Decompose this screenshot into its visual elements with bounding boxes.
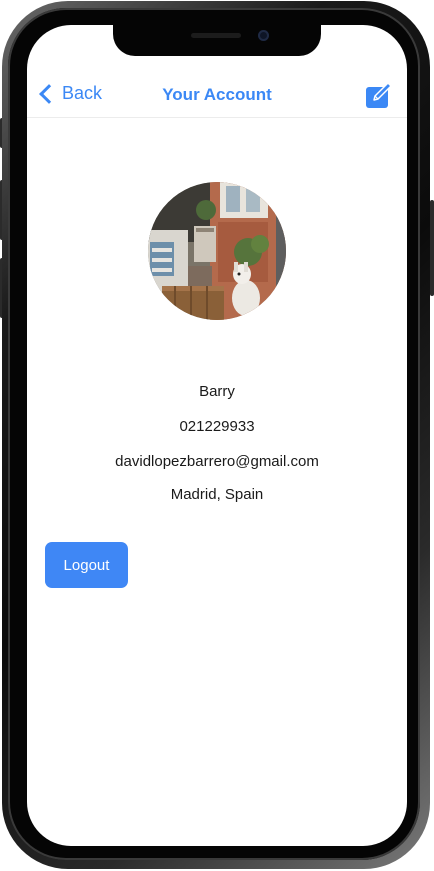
profile-email: davidlopezbarrero@gmail.com bbox=[115, 453, 319, 470]
profile-phone: 021229933 bbox=[179, 418, 255, 435]
chevron-left-icon bbox=[39, 83, 59, 104]
edit-icon bbox=[366, 82, 392, 108]
edit-button[interactable] bbox=[365, 81, 394, 109]
front-camera-icon bbox=[258, 30, 269, 41]
notch bbox=[113, 25, 321, 56]
phone-screen bbox=[27, 25, 407, 846]
profile-photo bbox=[148, 182, 286, 320]
back-button[interactable]: Back bbox=[36, 83, 102, 104]
profile-location: Madrid, Spain bbox=[170, 486, 264, 503]
speaker-grille bbox=[191, 33, 241, 38]
power-button bbox=[430, 200, 434, 296]
page-title: Your Account bbox=[162, 85, 272, 104]
back-label: Back bbox=[62, 83, 103, 103]
profile-name: Barry bbox=[199, 383, 235, 400]
logout-button[interactable]: Logout bbox=[45, 542, 128, 588]
avatar bbox=[148, 182, 286, 320]
screen: Back Your Account Barry 021229933 davidl… bbox=[0, 0, 434, 871]
